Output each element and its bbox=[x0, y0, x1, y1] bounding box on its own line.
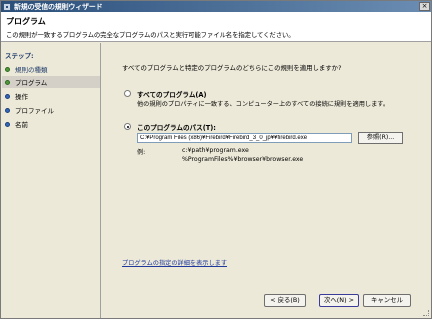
page-description: この規則が一致するプログラムの完全なプログラムのパスと実行可能ファイル名を指定し… bbox=[6, 31, 295, 39]
steps-heading: ステップ: bbox=[5, 52, 34, 60]
sidebar-item-label: 操作 bbox=[15, 93, 28, 101]
example-label: 例: bbox=[137, 149, 146, 156]
wizard-window: 新規の受信の規則ウィザード × プログラム この規則が一致するプログラムの完全な… bbox=[0, 0, 432, 319]
next-button[interactable]: 次へ(N) > bbox=[319, 294, 359, 307]
sidebar-item-rule-type[interactable]: 規則の種類 bbox=[2, 63, 100, 75]
all-programs-description: 他の規則のプロパティに一致する、コンピューター上のすべての接続に規則を適用します… bbox=[137, 101, 390, 108]
program-path-radio[interactable] bbox=[124, 123, 131, 130]
sidebar-item-profile[interactable]: プロファイル bbox=[2, 104, 100, 116]
sidebar-item-program[interactable]: プログラム bbox=[2, 76, 100, 88]
main-panel: すべてのプログラムと特定のプログラムのどちらにこの規則を適用しますか? すべての… bbox=[102, 43, 431, 318]
step-complete-icon bbox=[5, 66, 10, 72]
browse-button[interactable]: 参照(R)... bbox=[358, 132, 403, 144]
wizard-header: プログラム この規則が一致するプログラムの完全なプログラムのパスと実行可能ファイ… bbox=[1, 12, 431, 42]
all-programs-radio[interactable] bbox=[124, 90, 131, 97]
example-path-1: c:¥path¥program.exe bbox=[182, 147, 249, 154]
program-path-label[interactable]: このプログラムのパス(T): bbox=[137, 122, 216, 132]
steps-sidebar: ステップ: 規則の種類 プログラム 操作 プロファイル 名前 bbox=[1, 43, 101, 318]
cancel-button[interactable]: キャンセル bbox=[363, 294, 411, 307]
scope-question: すべてのプログラムと特定のプログラムのどちらにこの規則を適用しますか? bbox=[122, 64, 342, 72]
window-title: 新規の受信の規則ウィザード bbox=[14, 2, 103, 11]
sidebar-item-label: プログラム bbox=[15, 79, 48, 87]
program-path-input[interactable] bbox=[137, 133, 352, 143]
sidebar-item-label: 規則の種類 bbox=[15, 66, 48, 74]
sidebar-item-label: プロファイル bbox=[15, 107, 54, 115]
step-pending-icon bbox=[5, 121, 10, 127]
resize-grip-icon[interactable] bbox=[423, 310, 429, 316]
sidebar-item-label: 名前 bbox=[15, 121, 28, 129]
title-bar[interactable]: 新規の受信の規則ウィザード × bbox=[1, 1, 431, 12]
back-button[interactable]: < 戻る(B) bbox=[264, 294, 306, 307]
page-title: プログラム bbox=[6, 17, 46, 26]
step-pending-icon bbox=[5, 107, 10, 113]
example-path-2: %ProgramFiles%¥browser¥browser.exe bbox=[182, 156, 304, 163]
close-button[interactable]: × bbox=[419, 2, 430, 11]
step-current-icon bbox=[5, 79, 10, 85]
program-help-link[interactable]: プログラムの指定の詳細を表示します bbox=[122, 258, 227, 267]
sidebar-item-action[interactable]: 操作 bbox=[2, 90, 100, 102]
all-programs-label[interactable]: すべてのプログラム(A) bbox=[137, 89, 207, 99]
firewall-app-icon bbox=[3, 2, 11, 11]
step-pending-icon bbox=[5, 93, 10, 99]
sidebar-item-name[interactable]: 名前 bbox=[2, 118, 100, 130]
